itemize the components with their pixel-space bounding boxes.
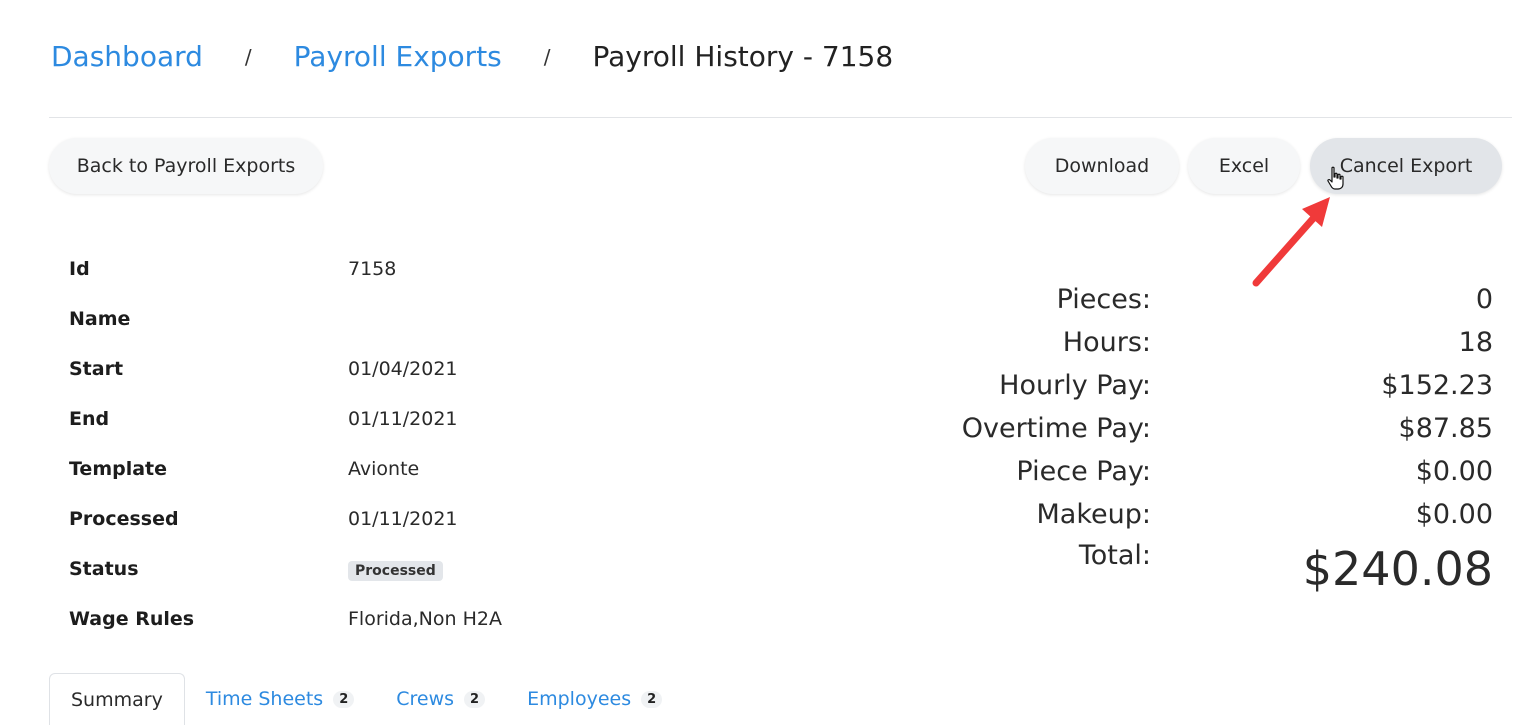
detail-row-name: Name bbox=[69, 294, 502, 344]
detail-tabs: Summary Time Sheets 2 Crews 2 Employees … bbox=[49, 673, 1512, 725]
detail-label: Wage Rules bbox=[69, 608, 195, 630]
breadcrumb-separator: / bbox=[543, 44, 551, 69]
hand-pointer-icon bbox=[1327, 166, 1344, 190]
total-value: $0.00 bbox=[1415, 456, 1493, 487]
total-label: Piece Pay: bbox=[1016, 456, 1151, 487]
tab-label: Time Sheets bbox=[205, 688, 324, 710]
red-arrow-icon bbox=[1252, 197, 1330, 287]
detail-label: Start bbox=[69, 358, 124, 380]
total-row-piece-pay: Piece Pay: $0.00 bbox=[900, 450, 1493, 493]
detail-value: 7158 bbox=[348, 258, 397, 280]
total-row-pieces: Pieces: 0 bbox=[900, 278, 1493, 321]
page-title: Payroll History - 7158 bbox=[592, 40, 894, 73]
detail-value: 01/04/2021 bbox=[348, 358, 458, 380]
breadcrumb-payroll-exports-link[interactable]: Payroll Exports bbox=[294, 40, 502, 73]
total-row-hourly-pay: Hourly Pay: $152.23 bbox=[900, 364, 1493, 407]
detail-value: 01/11/2021 bbox=[348, 408, 458, 430]
total-label: Overtime Pay: bbox=[961, 413, 1151, 444]
tab-label: Employees bbox=[527, 688, 632, 710]
total-value: 18 bbox=[1458, 327, 1493, 358]
status-badge: Processed bbox=[348, 560, 443, 581]
detail-row-start: Start 01/04/2021 bbox=[69, 344, 502, 394]
detail-row-id: Id 7158 bbox=[69, 244, 502, 294]
total-label: Hourly Pay: bbox=[999, 370, 1151, 401]
download-button[interactable]: Download bbox=[1025, 138, 1179, 194]
payroll-totals: Pieces: 0 Hours: 18 Hourly Pay: $152.23 … bbox=[900, 278, 1493, 600]
total-label: Makeup: bbox=[1036, 499, 1151, 530]
grand-total-value: $240.08 bbox=[1302, 542, 1493, 596]
detail-row-wage-rules: Wage Rules Florida,Non H2A bbox=[69, 594, 502, 644]
header-divider bbox=[49, 117, 1512, 118]
detail-label: Template bbox=[69, 458, 168, 480]
total-value: $87.85 bbox=[1398, 413, 1493, 444]
detail-value: Processed bbox=[348, 558, 443, 581]
tab-crews[interactable]: Crews 2 bbox=[375, 673, 506, 725]
detail-label: Status bbox=[69, 558, 139, 580]
tab-label: Crews bbox=[396, 688, 455, 710]
detail-value: Florida,Non H2A bbox=[348, 608, 502, 630]
total-row-hours: Hours: 18 bbox=[900, 321, 1493, 364]
tab-summary[interactable]: Summary bbox=[49, 673, 185, 725]
tab-count-badge: 2 bbox=[464, 690, 486, 708]
total-label: Total: bbox=[1078, 540, 1151, 571]
total-row-makeup: Makeup: $0.00 bbox=[900, 493, 1493, 536]
tab-time-sheets[interactable]: Time Sheets 2 bbox=[185, 673, 375, 725]
back-to-payroll-exports-button[interactable]: Back to Payroll Exports bbox=[49, 138, 323, 194]
detail-value: 01/11/2021 bbox=[348, 508, 458, 530]
tab-count-badge: 2 bbox=[333, 690, 355, 708]
tab-count-badge: 2 bbox=[641, 690, 663, 708]
total-row-overtime-pay: Overtime Pay: $87.85 bbox=[900, 407, 1493, 450]
detail-label: Processed bbox=[69, 508, 179, 530]
breadcrumb: Dashboard / Payroll Exports / Payroll Hi… bbox=[51, 40, 893, 73]
detail-row-processed: Processed 01/11/2021 bbox=[69, 494, 502, 544]
breadcrumb-separator: / bbox=[244, 44, 252, 69]
detail-label: Id bbox=[69, 258, 90, 280]
export-details: Id 7158 Name Start 01/04/2021 End 01/11/… bbox=[69, 244, 502, 644]
detail-row-template: Template Avionte bbox=[69, 444, 502, 494]
detail-row-end: End 01/11/2021 bbox=[69, 394, 502, 444]
detail-label: Name bbox=[69, 308, 131, 330]
breadcrumb-dashboard-link[interactable]: Dashboard bbox=[51, 40, 203, 73]
total-value: $152.23 bbox=[1381, 370, 1493, 401]
total-label: Hours: bbox=[1062, 327, 1151, 358]
tab-employees[interactable]: Employees 2 bbox=[506, 673, 683, 725]
total-value: $0.00 bbox=[1415, 499, 1493, 530]
detail-row-status: Status Processed bbox=[69, 544, 502, 594]
tab-label: Summary bbox=[71, 688, 163, 711]
total-label: Pieces: bbox=[1056, 284, 1151, 315]
detail-value: Avionte bbox=[348, 458, 420, 480]
total-row-grand-total: Total: $240.08 bbox=[900, 540, 1493, 600]
detail-label: End bbox=[69, 408, 110, 430]
